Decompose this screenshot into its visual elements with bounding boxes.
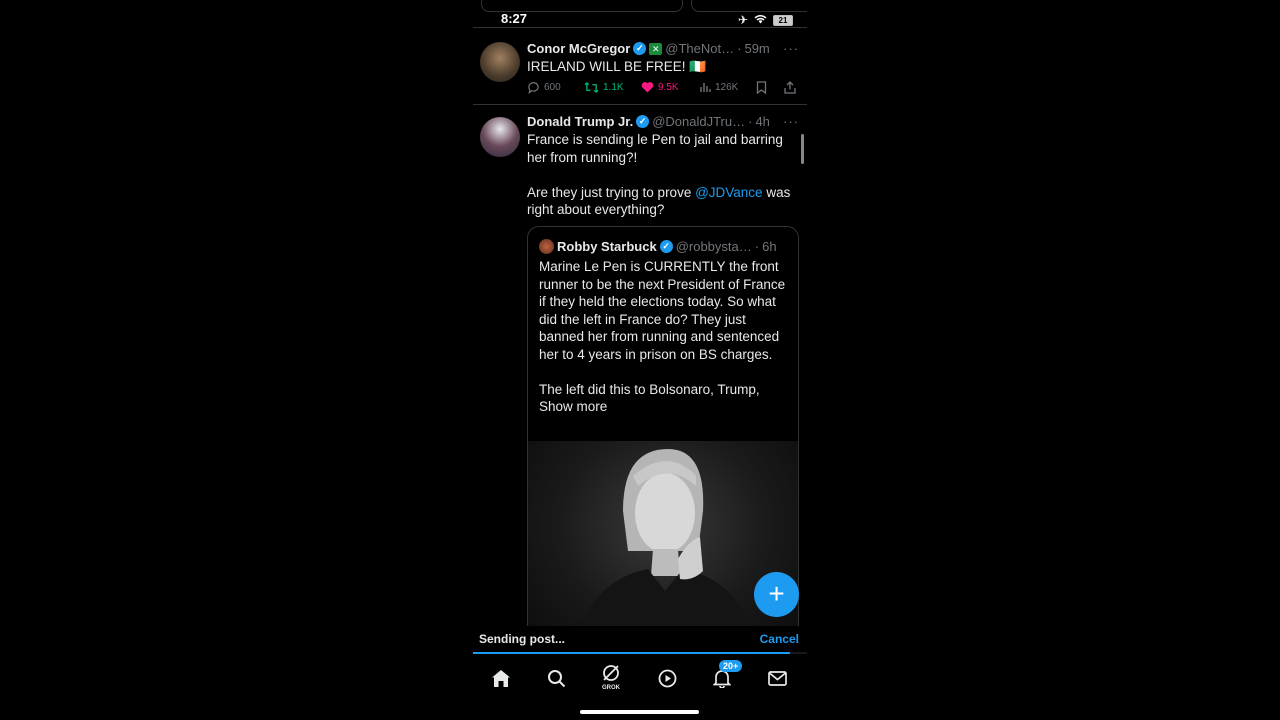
more-options-icon[interactable]: ···	[783, 114, 799, 129]
search-icon	[547, 669, 565, 687]
play-icon	[658, 669, 676, 687]
nav-messages[interactable]	[763, 664, 791, 692]
avatar[interactable]	[480, 117, 520, 157]
affiliate-flag-icon: ✕	[649, 42, 663, 55]
show-more-link[interactable]: Show more	[539, 399, 607, 414]
heart-icon	[641, 82, 654, 93]
mail-icon	[767, 670, 787, 686]
compose-post-button[interactable]: +	[754, 572, 799, 617]
share-icon	[784, 81, 796, 94]
verified-badge-icon: ✓	[633, 42, 647, 55]
author-name[interactable]: Conor McGregor	[527, 41, 630, 56]
author-handle: @TheNot…	[665, 41, 735, 56]
phone-screen: 8:27 ✈ 21 Conor McGregor ✓ ✕ @TheNot… · …	[473, 0, 807, 720]
grok-label: GROK	[602, 685, 620, 691]
tweet-time: 6h	[762, 239, 777, 254]
battery-icon: 21	[773, 14, 793, 26]
quote-text: Marine Le Pen is CURRENTLY the front run…	[539, 258, 791, 416]
portrait-image	[573, 449, 758, 647]
author-handle: @robbysta…	[675, 239, 752, 254]
views-button[interactable]: 126K	[699, 81, 738, 93]
tweet-text: IRELAND WILL BE FREE! 🇮🇪	[527, 59, 707, 74]
text-segment: Are they just trying to prove	[527, 184, 696, 200]
scrollbar[interactable]	[801, 134, 804, 164]
bookmark-icon	[756, 81, 767, 94]
repost-button[interactable]: 1.1K	[584, 81, 624, 94]
clock: 8:27	[501, 11, 528, 26]
tweet-actions: 600 1.1K 9.5K 126K	[527, 81, 797, 99]
author-handle: @DonaldJTru…	[652, 114, 746, 129]
notification-count-badge: 20+	[719, 660, 743, 672]
home-icon	[492, 669, 510, 687]
tweet-header: Conor McGregor ✓ ✕ @TheNot… · 59m	[527, 41, 799, 56]
avatar[interactable]	[539, 239, 554, 254]
plus-icon: +	[768, 578, 785, 609]
verified-badge-icon: ✓	[659, 240, 673, 253]
nav-grok[interactable]: GROK	[597, 660, 625, 694]
status-bar: 8:27 ✈ 21	[473, 0, 807, 28]
home-indicator[interactable]	[580, 710, 699, 714]
nav-search[interactable]	[542, 664, 570, 692]
sending-status: Sending post...	[479, 632, 565, 646]
view-count: 126K	[715, 81, 739, 93]
bookmark-button[interactable]	[756, 81, 767, 94]
verified-badge-icon: ✓	[636, 115, 650, 128]
grok-icon	[603, 665, 619, 681]
tweet-time: 59m	[744, 41, 770, 56]
more-options-icon[interactable]: ···	[783, 41, 799, 56]
separator-dot: ·	[754, 239, 760, 254]
sending-progress-bar	[473, 652, 807, 654]
like-count: 9.5K	[658, 81, 679, 93]
text-segment: The left did this to Bolsonaro, Trump,	[539, 381, 760, 397]
tweet-header: Donald Trump Jr. ✓ @DonaldJTru… · 4h	[527, 114, 799, 129]
tweet-text-paragraph: Are they just trying to prove @JDVance w…	[527, 184, 793, 219]
sending-post-bar: Sending post... Cancel	[473, 626, 807, 654]
quote-header: Robby Starbuck ✓ @robbysta… · 6h	[539, 239, 777, 254]
like-button[interactable]: 9.5K	[641, 81, 679, 93]
progress-fill	[473, 652, 791, 654]
avatar[interactable]	[480, 42, 520, 82]
reply-icon	[528, 82, 539, 94]
tweet-conor-mcgregor[interactable]: Conor McGregor ✓ ✕ @TheNot… · 59m ··· IR…	[473, 28, 807, 104]
views-icon	[700, 83, 711, 92]
separator-dot: ·	[748, 114, 753, 129]
author-name[interactable]: Donald Trump Jr.	[527, 114, 633, 129]
nav-home[interactable]	[487, 664, 515, 692]
repost-icon	[584, 81, 599, 94]
quote-text-paragraph: The left did this to Bolsonaro, Trump, S…	[539, 381, 791, 416]
airplane-icon: ✈	[737, 13, 748, 27]
reply-button[interactable]: 600	[527, 81, 561, 94]
quote-text-paragraph: Marine Le Pen is CURRENTLY the front run…	[539, 259, 786, 362]
tweet-text-paragraph: France is sending le Pen to jail and bar…	[527, 132, 783, 165]
separator-dot: ·	[737, 41, 742, 56]
quote-photo[interactable]	[528, 441, 798, 647]
nav-videos[interactable]	[653, 664, 681, 692]
tweet-time: 4h	[755, 114, 770, 129]
mention-link[interactable]: @JDVance	[695, 185, 762, 200]
cancel-button[interactable]: Cancel	[760, 632, 799, 646]
repost-count: 1.1K	[603, 82, 624, 93]
author-name[interactable]: Robby Starbuck	[557, 239, 657, 254]
reply-count: 600	[544, 82, 561, 93]
tweet-text: France is sending le Pen to jail and bar…	[527, 131, 793, 219]
share-button[interactable]	[784, 81, 796, 94]
